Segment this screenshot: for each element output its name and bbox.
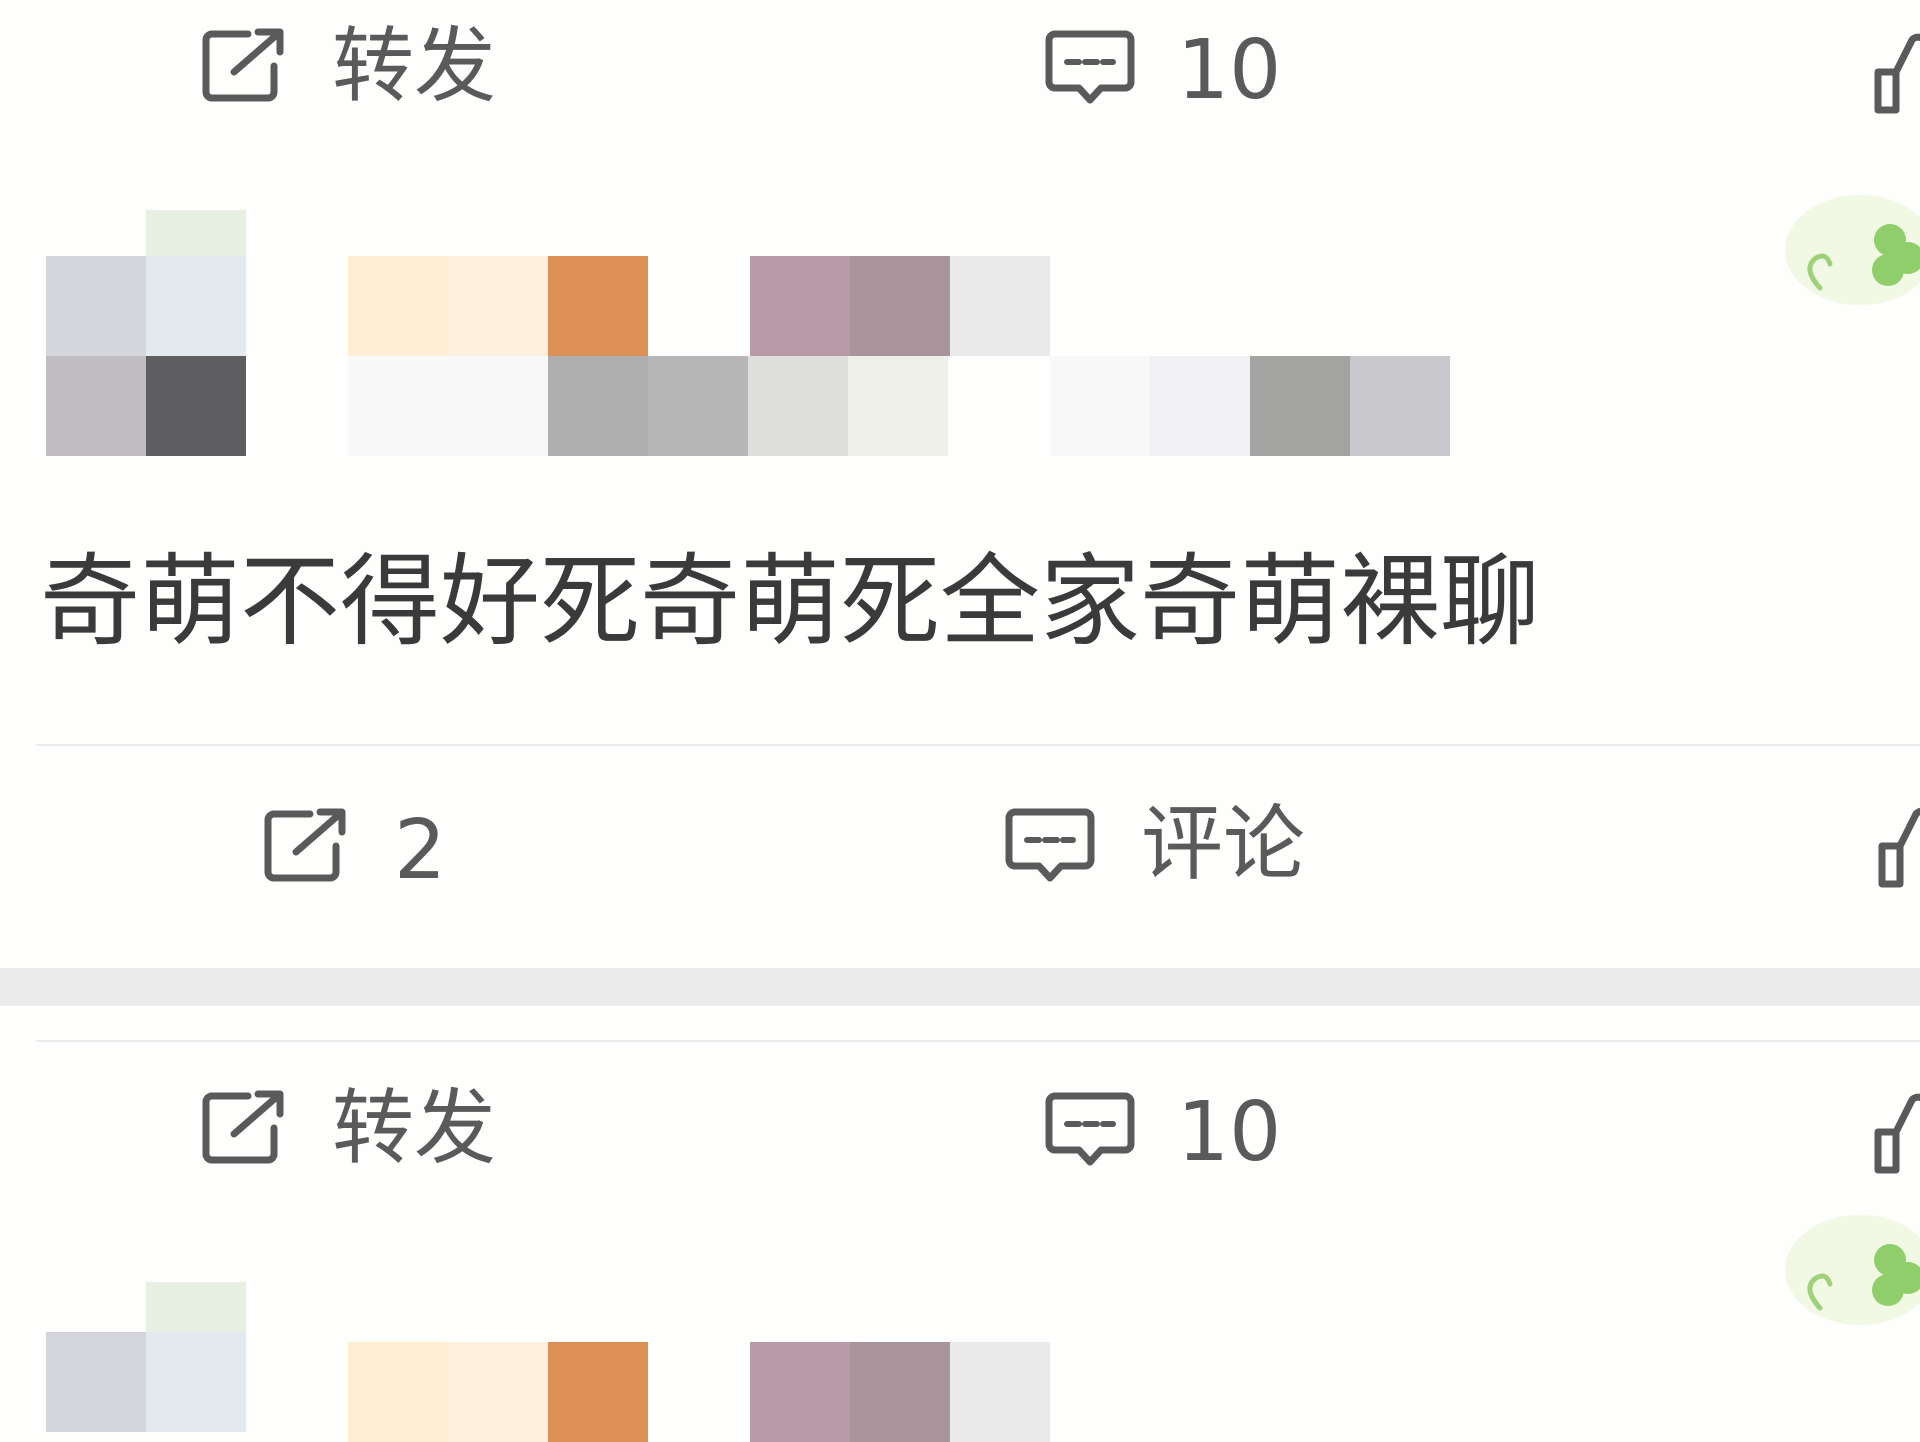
comment-count: 10: [1177, 23, 1282, 118]
avatar-pixel: [146, 356, 246, 456]
repost-button[interactable]: 转发: [200, 1082, 530, 1182]
avatar-pixel: [146, 210, 246, 256]
meta-pixel: [1250, 356, 1350, 456]
like-button[interactable]: [1870, 1080, 1920, 1180]
like-icon: [1876, 800, 1920, 890]
clover-decoration-icon: [1780, 1190, 1920, 1340]
comment-icon: [1045, 1090, 1135, 1170]
comment-count: 10: [1177, 1085, 1282, 1180]
meta-pixel: [848, 356, 948, 456]
meta-pixel: [448, 356, 548, 456]
comment-label: 评论: [1141, 797, 1306, 892]
username-pixel: [750, 256, 850, 356]
username-pixel: [548, 1342, 648, 1442]
username-pixel: [850, 256, 950, 356]
comment-button[interactable]: 评论: [1005, 797, 1335, 906]
avatar[interactable]: [46, 210, 246, 456]
avatar-pixel: [146, 256, 246, 356]
username-pixel: [548, 256, 648, 356]
like-button[interactable]: [1874, 800, 1920, 900]
post-meta: [348, 356, 1454, 456]
meta-pixel: [1050, 356, 1150, 456]
meta-pixel: [548, 356, 648, 456]
meta-pixel: [748, 356, 848, 456]
divider: [36, 744, 1920, 746]
comment-button[interactable]: 10: [1045, 1082, 1345, 1182]
avatar-pixel: [46, 256, 146, 356]
avatar-pixel: [46, 356, 146, 456]
clover-decoration-icon: [1780, 170, 1920, 320]
like-icon: [1872, 1086, 1920, 1176]
username-pixel: [950, 1342, 1050, 1442]
comment-icon: [1005, 806, 1095, 886]
username-pixel: [850, 1342, 950, 1442]
post-text: 奇萌不得好死奇萌死全家奇萌裸聊: [40, 543, 1540, 660]
like-icon: [1872, 26, 1920, 116]
username-pixel: [750, 1342, 850, 1442]
share-icon: [200, 1088, 292, 1166]
post-card: 奇萌不得好死奇萌死全家奇萌裸聊 2 评论: [0, 130, 1920, 970]
repost-button[interactable]: 转发: [200, 18, 530, 118]
top-action-bar: 转发 10: [0, 0, 1920, 130]
repost-label: 转发: [332, 19, 497, 114]
meta-pixel: [1350, 356, 1450, 456]
post-card-next: [0, 1190, 1920, 1442]
meta-pixel: [348, 356, 448, 456]
repost-button[interactable]: 2: [262, 806, 482, 906]
comment-icon: [1045, 28, 1135, 108]
username[interactable]: [348, 1342, 1058, 1442]
repost-count: 2: [394, 803, 447, 898]
username-pixel: [448, 256, 548, 356]
username-pixel: [448, 1342, 548, 1442]
like-button[interactable]: [1870, 18, 1920, 118]
avatar-pixel: [146, 1282, 246, 1332]
meta-pixel: [1150, 356, 1250, 456]
avatar-pixel: [46, 1332, 146, 1432]
username-pixel: [348, 1342, 448, 1442]
meta-pixel: [648, 356, 748, 456]
share-icon: [262, 806, 354, 884]
post-action-bar: 2 评论: [0, 780, 1920, 900]
feed-separator: [0, 968, 1920, 1006]
divider: [36, 1040, 1920, 1042]
username-pixel: [950, 256, 1050, 356]
comment-button[interactable]: 10: [1045, 18, 1345, 118]
avatar-pixel: [146, 1332, 246, 1432]
username-pixel: [348, 256, 448, 356]
avatar[interactable]: [46, 1282, 246, 1440]
repost-label: 转发: [332, 1081, 497, 1176]
share-icon: [200, 26, 292, 104]
next-action-bar: 转发 10: [0, 1060, 1920, 1190]
